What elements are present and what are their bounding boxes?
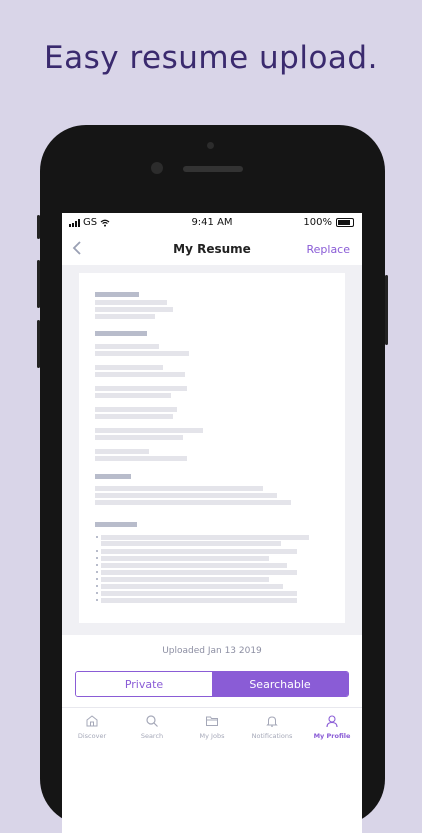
front-camera [151, 162, 163, 174]
volume-up-button [37, 260, 40, 308]
power-button [385, 275, 388, 345]
battery-percent: 100% [303, 217, 332, 228]
replace-button[interactable]: Replace [306, 243, 350, 256]
bell-icon [266, 716, 278, 727]
folder-icon [206, 716, 218, 726]
tab-label: Search [140, 732, 164, 740]
volume-down-button [37, 320, 40, 368]
battery-icon [336, 218, 354, 227]
mute-switch [37, 215, 40, 239]
tab-search[interactable]: Search [122, 708, 182, 748]
tab-my-profile[interactable]: My Profile [302, 708, 362, 748]
profile-icon [326, 715, 338, 728]
tab-discover[interactable]: Discover [62, 708, 122, 748]
tab-my-jobs[interactable]: My Jobs [182, 708, 242, 748]
tab-label: Notifications [251, 732, 293, 740]
status-bar: GS 9:41 AM 100% [62, 213, 362, 233]
navigation-bar: My Resume Replace [62, 235, 362, 265]
phone-screen: GS 9:41 AM 100% My Resume Replace Upload… [62, 213, 362, 833]
phone-frame: GS 9:41 AM 100% My Resume Replace Upload… [37, 125, 388, 833]
tab-notifications[interactable]: Notifications [242, 708, 302, 748]
tab-label: My Jobs [199, 732, 225, 740]
searchable-option[interactable]: Searchable [212, 672, 348, 696]
resume-preview-area [62, 265, 362, 635]
search-icon [146, 715, 158, 727]
visibility-toggle: Private Searchable [75, 671, 349, 697]
tab-label: My Profile [313, 732, 351, 740]
earpiece-speaker [183, 166, 243, 172]
resume-document-preview[interactable] [79, 273, 345, 623]
tab-bar: Discover Search My Jobs Notifications My… [62, 707, 362, 748]
tab-label: Discover [77, 732, 107, 740]
private-option[interactable]: Private [76, 672, 212, 696]
proximity-sensor [207, 142, 214, 149]
home-icon [86, 715, 98, 727]
upload-date-label: Uploaded Jan 13 2019 [162, 646, 262, 656]
headline: Easy resume upload. [44, 40, 378, 76]
